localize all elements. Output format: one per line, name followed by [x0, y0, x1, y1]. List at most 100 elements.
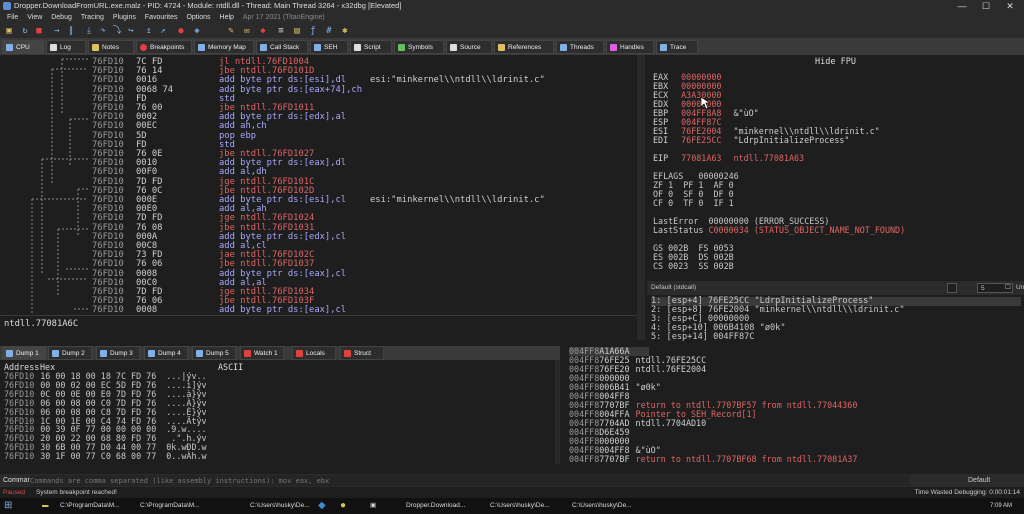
clock: 7:09 AM [990, 503, 1013, 509]
disassembly-view[interactable]: 76FD10 7C FD jl ntdll.76FD1004 76FD10 76 14 j… [0, 55, 637, 315]
segment-registers[interactable]: CS 0023 SS 002B [653, 262, 734, 271]
menu-options[interactable]: Options [186, 14, 210, 21]
restart-icon[interactable]: ↻ [20, 26, 30, 36]
scylla-icon[interactable]: ◈ [192, 26, 202, 36]
taskbar-item-7[interactable]: C:\Users\husky\De... [490, 500, 550, 512]
dump-tab-icon [148, 350, 155, 357]
register-comment: ntdll.77081A63 [733, 153, 805, 163]
maximize-button[interactable]: ☐ [974, 0, 998, 12]
pause-icon[interactable]: ∥ [66, 26, 76, 36]
menu-view[interactable]: View [27, 14, 42, 21]
comment-icon[interactable]: ≡ [276, 26, 286, 36]
command-input[interactable] [30, 475, 910, 486]
call-convention-select[interactable]: Default (stdcall) [651, 281, 696, 295]
menu-plugins[interactable]: Plugins [113, 14, 136, 21]
register-eip[interactable]: EIP 77081A63 ntdll.77081A63 [653, 154, 804, 163]
menu-file[interactable]: File [7, 14, 18, 21]
run-icon[interactable]: → [52, 26, 62, 36]
menu-favourites[interactable]: Favourites [145, 14, 178, 21]
note-icon[interactable]: ✉ [242, 26, 252, 36]
tab-handles[interactable]: Handles [606, 40, 654, 54]
disasm-address: 76FD10 [92, 305, 124, 315]
breakpoint-icon[interactable]: ● [176, 26, 186, 36]
menu-debug[interactable]: Debug [51, 14, 72, 21]
dump-scrollbar[interactable] [555, 360, 560, 464]
hash-icon[interactable]: # [324, 26, 334, 36]
dump-tab-label: Watch 1 [254, 350, 278, 357]
taskbar: ⊞ ▬ C:\ProgramData\M... C:\ProgramData\M… [0, 498, 1024, 514]
chrome-icon[interactable]: ● [340, 500, 352, 512]
disasm-row[interactable]: 76FD10 0008 add byte ptr ds:[eax],cl [0, 305, 637, 315]
tab-memory-map[interactable]: Memory Map [194, 40, 254, 54]
trace-icon [660, 44, 667, 51]
tab-log[interactable]: Log [46, 40, 86, 54]
tab-locals[interactable]: Locals [292, 346, 336, 360]
dump-row[interactable]: 76FD10 06 00 08 00 C0 7D FD 76 ....À}ýv [4, 398, 207, 408]
stack-view[interactable]: 004FF8A1A66A 004FF876FE25 ntdll.76FE25CC 00… [566, 346, 1024, 464]
dump-row[interactable]: 76FD10 30 1F 00 77 C0 68 00 77 0..wÀh.w [4, 452, 207, 461]
tab-cpu[interactable]: CPU [2, 40, 44, 54]
tab-breakpoints[interactable]: Breakpoints [136, 40, 192, 54]
unlocked-checkbox[interactable]: ☐ [1005, 281, 1011, 295]
references-icon [498, 44, 505, 51]
trace-into-icon[interactable]: ⤵ [112, 26, 122, 36]
label-icon[interactable]: ▤ [292, 26, 302, 36]
tab-dump-2[interactable]: Dump 2 [48, 346, 92, 360]
taskbar-item-0[interactable]: C:\ProgramData\M... [60, 500, 122, 512]
tab-symbols[interactable]: Symbols [394, 40, 444, 54]
register-name: EIP [653, 153, 669, 163]
tab-threads[interactable]: Threads [556, 40, 604, 54]
app-icon[interactable]: ▣ [370, 500, 382, 512]
tab-struct[interactable]: Struct [340, 346, 384, 360]
stack-arg[interactable]: 5: [esp+14] 004FF87C [651, 333, 754, 342]
stack-arguments[interactable]: 1: [esp+4] 76FE25CC "LdrpInitializeProce… [647, 295, 1024, 342]
run-to-user-code-icon[interactable]: ↗ [158, 26, 168, 36]
debug-state: Paused [3, 489, 26, 496]
tab-dump-4[interactable]: Dump 4 [144, 346, 188, 360]
dump-tab-icon [196, 350, 203, 357]
menu-help[interactable]: Help [220, 14, 234, 21]
step-over-icon[interactable]: ↷ [98, 26, 108, 36]
taskbar-item-6[interactable]: Dropper.Download... [406, 500, 476, 512]
minimize-button[interactable]: — [950, 0, 974, 12]
tab-dump-3[interactable]: Dump 3 [96, 346, 140, 360]
flags-row[interactable]: CF 0 TF 0 IF 1 [653, 199, 734, 208]
disasm-instruction: add byte ptr ds:[eax],cl [219, 305, 347, 315]
tab-watch-1[interactable]: Watch 1 [240, 346, 284, 360]
hide-fpu-button[interactable]: Hide FPU [647, 57, 1024, 67]
taskbar-item-8[interactable]: C:\Users\husky\De... [572, 500, 632, 512]
tab-seh[interactable]: SEH [310, 40, 348, 54]
registers-panel[interactable]: EAX00000000EBX00000000ECXA3A30000EDX0000… [647, 55, 1024, 281]
taskbar-item-2[interactable]: C:\Users\husky\De... [250, 500, 310, 512]
windows-start-icon[interactable]: ⊞ [4, 500, 16, 512]
step-into-icon[interactable]: ⤓ [84, 26, 94, 36]
highlight-icon[interactable]: ◆ [258, 26, 268, 36]
tab-source[interactable]: Source [446, 40, 492, 54]
view-tabs: CPU Log Notes Breakpoints Memory Map Cal… [0, 39, 1024, 55]
tab-references[interactable]: References [494, 40, 554, 54]
tab-call-stack[interactable]: Call Stack [256, 40, 308, 54]
function-icon[interactable]: ƒ [308, 26, 318, 36]
lightbulb-icon[interactable]: ✱ [340, 26, 350, 36]
tab-dump-5[interactable]: Dump 5 [192, 346, 236, 360]
tab-trace[interactable]: Trace [656, 40, 698, 54]
open-icon[interactable]: ▣ [4, 26, 14, 36]
command-mode-select[interactable]: Default [968, 474, 990, 487]
stop-icon[interactable]: ■ [34, 26, 44, 36]
menu-tracing[interactable]: Tracing [81, 14, 104, 21]
dump-row[interactable]: 76FD10 06 00 08 00 C8 7D FD 76 ....È}ýv [4, 407, 207, 417]
close-button[interactable]: ✕ [998, 0, 1022, 12]
trace-over-icon[interactable]: ↪ [126, 26, 136, 36]
hex-dump[interactable]: Address Hex ASCII 76FD10 16 00 18 00 18 7… [0, 360, 560, 464]
tab-dump-1[interactable]: Dump 1 [2, 346, 46, 360]
taskbar-item-1[interactable]: C:\ProgramData\M... [140, 500, 202, 512]
tab-notes[interactable]: Notes [88, 40, 134, 54]
pen-icon[interactable]: ✎ [226, 26, 236, 36]
stack-row[interactable]: 004FF87707BF return to ntdll.7707BF68 fro… [569, 455, 857, 464]
execute-till-return-icon[interactable]: ↥ [144, 26, 154, 36]
explorer-icon[interactable]: ▬ [42, 500, 52, 512]
disassembly-scrollbar[interactable] [637, 55, 645, 340]
tab-script[interactable]: Script [350, 40, 392, 54]
vscode-icon[interactable]: ◆ [318, 500, 330, 512]
register-edi[interactable]: EDI 76FE25CC "LdrpInitializeProcess" [653, 136, 849, 145]
